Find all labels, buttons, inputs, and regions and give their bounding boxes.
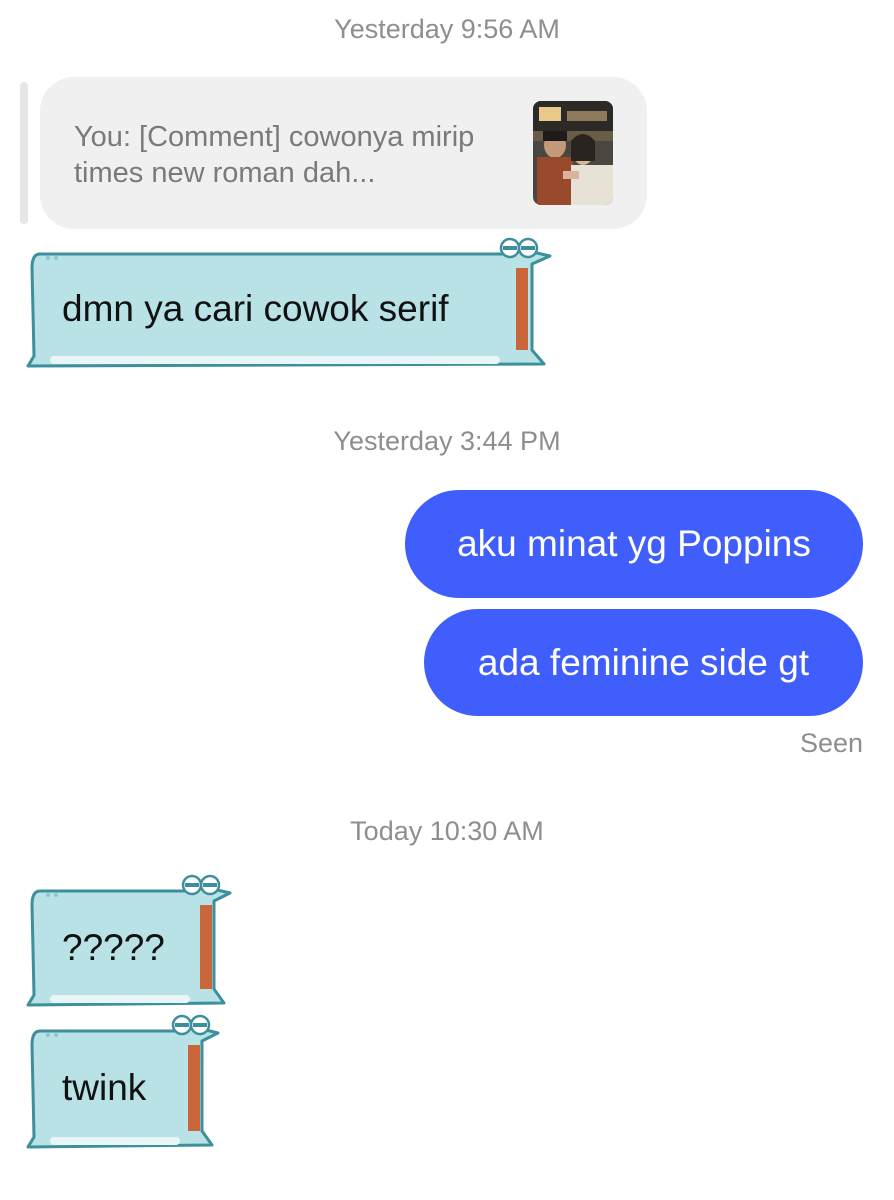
crocodile-sticker-bubble[interactable]: dmn ya cari cowok serif <box>20 237 552 372</box>
timestamp: Yesterday 3:44 PM <box>333 426 561 456</box>
message-text: ????? <box>62 927 165 968</box>
outgoing-message[interactable]: aku minat yg Poppins <box>405 490 863 598</box>
timestamp: Today 10:30 AM <box>350 816 544 846</box>
outgoing-message[interactable]: ada feminine side gt <box>424 609 863 716</box>
crocodile-sticker-bubble[interactable]: ????? <box>20 874 232 1011</box>
reply-preview-text: You: [Comment] cowonya mirip times new r… <box>74 121 475 189</box>
chat-thread: Yesterday 9:56 AM You: [Comment] cowonya… <box>0 0 894 1200</box>
photo-thumbnail-icon[interactable] <box>533 101 613 205</box>
message-text: twink <box>62 1067 147 1108</box>
message-text: dmn ya cari cowok serif <box>62 288 449 329</box>
reply-indicator-bar <box>20 82 28 224</box>
comment-reply-preview[interactable]: You: [Comment] cowonya mirip times new r… <box>40 77 647 229</box>
crocodile-sticker-bubble[interactable]: twink <box>20 1014 220 1153</box>
timestamp: Yesterday 9:56 AM <box>334 14 560 44</box>
seen-status: Seen <box>799 728 863 758</box>
